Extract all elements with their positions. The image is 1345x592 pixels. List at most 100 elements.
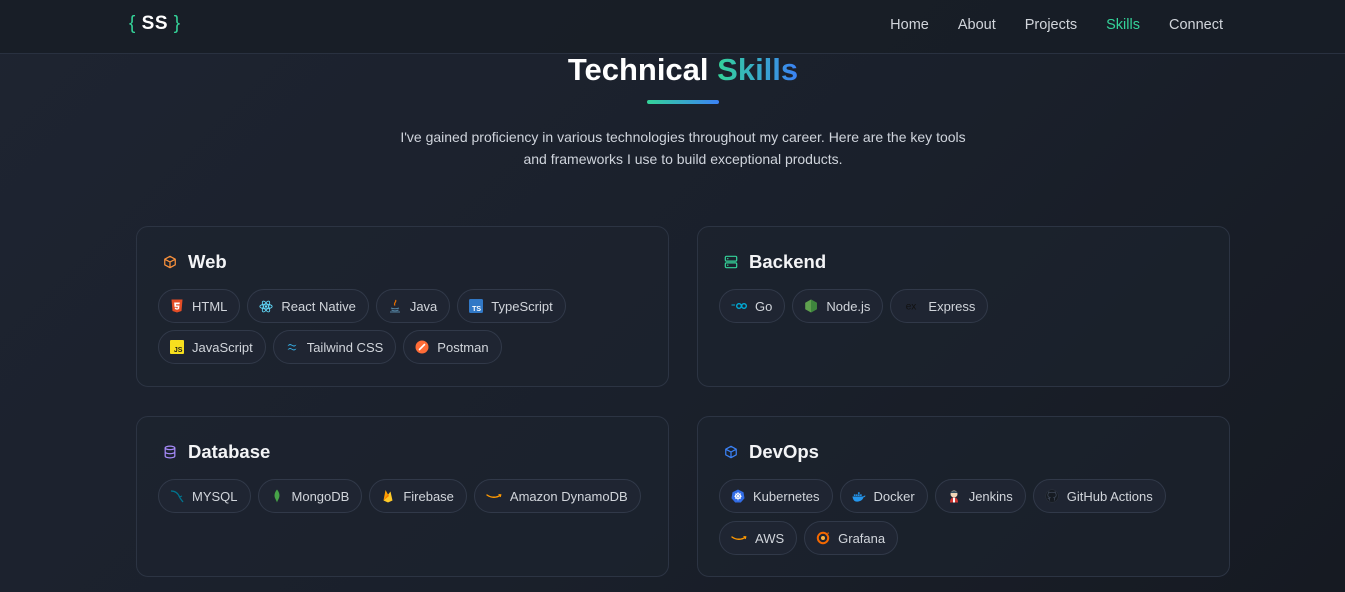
- skill-label: Go: [755, 298, 773, 314]
- navbar: { SS } Home About Projects Skills Connec…: [0, 0, 1345, 54]
- svg-text:ex: ex: [906, 302, 917, 313]
- aws-icon: [731, 531, 747, 545]
- skill-chip-mysql[interactable]: MYSQL: [158, 479, 251, 513]
- skill-chip-nodejs[interactable]: Node.js: [792, 289, 884, 323]
- skill-card-web: Web HTML React Native Java TS TypeScript: [136, 226, 669, 387]
- skill-label: Express: [928, 298, 976, 314]
- express-icon: ex: [902, 299, 920, 313]
- nav-link-skills[interactable]: Skills: [1106, 17, 1140, 33]
- skill-label: MongoDB: [291, 488, 350, 504]
- skill-label: TypeScript: [491, 298, 553, 314]
- mongodb-icon: [270, 489, 284, 503]
- card-header: DevOps: [724, 441, 819, 463]
- skill-chip-express[interactable]: ex Express: [890, 289, 989, 323]
- tailwind-icon: [285, 340, 299, 354]
- skill-label: JavaScript: [192, 339, 253, 355]
- skill-list: HTML React Native Java TS TypeScript JS …: [158, 289, 658, 364]
- logo-brace-right: }: [173, 13, 181, 34]
- skill-label: Kubernetes: [753, 488, 820, 504]
- firebase-icon: [381, 489, 395, 503]
- box-icon: [725, 445, 737, 459]
- card-title: Database: [188, 441, 271, 462]
- skill-list: Go Node.js ex Express: [719, 289, 1219, 323]
- typescript-icon: TS: [469, 299, 484, 313]
- amazon-icon: [486, 489, 502, 503]
- skill-chip-github-actions[interactable]: GitHub Actions: [1032, 479, 1166, 513]
- card-title: Web: [188, 251, 227, 272]
- nav-links: Home About Projects Skills Connect: [890, 17, 1223, 33]
- server-icon: [724, 255, 738, 269]
- nav-link-home[interactable]: Home: [890, 17, 929, 33]
- skill-list: Kubernetes Docker Jenkins GitHub Actions…: [719, 479, 1219, 555]
- skill-chip-postman[interactable]: Postman: [403, 330, 502, 364]
- skill-label: Java: [409, 298, 438, 314]
- cube-icon: [164, 255, 176, 269]
- skill-label: Postman: [437, 339, 489, 355]
- svg-text:JS: JS: [174, 347, 183, 354]
- skill-chip-react-native[interactable]: React Native: [247, 289, 369, 323]
- card-header: Backend: [724, 251, 826, 273]
- java-icon: [388, 299, 402, 313]
- skill-label: AWS: [755, 530, 785, 546]
- skill-label: React Native: [281, 298, 356, 314]
- kubernetes-icon: [731, 489, 745, 503]
- subtitle-line-1: I've gained proficiency in various techn…: [400, 129, 966, 145]
- skill-chip-typescript[interactable]: TS TypeScript: [457, 289, 566, 323]
- logo-brace-left: {: [129, 13, 136, 34]
- skill-chip-html[interactable]: HTML: [158, 289, 241, 323]
- skill-label: Grafana: [838, 530, 886, 546]
- card-title: DevOps: [749, 441, 819, 462]
- skill-chip-dynamodb[interactable]: Amazon DynamoDB: [473, 479, 641, 513]
- skill-chip-grafana[interactable]: Grafana: [804, 521, 899, 555]
- card-title: Backend: [749, 251, 827, 272]
- database-icon: [164, 445, 176, 459]
- skill-label: Node.js: [826, 298, 871, 314]
- skill-chip-aws[interactable]: AWS: [719, 521, 798, 555]
- section-title-accent: Skills: [717, 52, 799, 87]
- skill-chip-java[interactable]: Java: [375, 289, 451, 323]
- logo[interactable]: { SS }: [129, 13, 181, 35]
- skill-label: Tailwind CSS: [306, 339, 384, 355]
- nodejs-icon: [804, 299, 818, 313]
- nav-link-connect[interactable]: Connect: [1169, 17, 1223, 33]
- card-header: Database: [163, 441, 270, 463]
- jenkins-icon: [947, 489, 961, 503]
- skill-card-devops: DevOps Kubernetes Docker Jenkins GitHub …: [697, 416, 1230, 577]
- skill-chip-go[interactable]: Go: [719, 289, 786, 323]
- javascript-icon: JS: [170, 340, 184, 354]
- skill-label: Firebase: [403, 488, 454, 504]
- skill-chip-kubernetes[interactable]: Kubernetes: [719, 479, 833, 513]
- mysql-icon: [170, 489, 184, 503]
- subtitle-line-2: and frameworks I use to build exceptiona…: [523, 151, 843, 167]
- skill-chip-tailwind[interactable]: Tailwind CSS: [272, 330, 397, 364]
- github-icon: [1045, 489, 1059, 503]
- skill-chip-mongodb[interactable]: MongoDB: [257, 479, 363, 513]
- skill-label: Jenkins: [968, 488, 1013, 504]
- html5-icon: [170, 299, 184, 313]
- skill-chip-jenkins[interactable]: Jenkins: [934, 479, 1026, 513]
- skill-label: MYSQL: [192, 488, 238, 504]
- svg-text:TS: TS: [472, 306, 481, 313]
- react-icon: [259, 299, 273, 313]
- skill-chip-javascript[interactable]: JS JavaScript: [158, 330, 266, 364]
- skill-chip-docker[interactable]: Docker: [839, 479, 928, 513]
- skill-label: HTML: [192, 298, 228, 314]
- card-header: Web: [163, 251, 227, 273]
- logo-text: SS: [141, 13, 168, 34]
- skill-chip-firebase[interactable]: Firebase: [369, 479, 467, 513]
- section-title-main: Technical: [567, 52, 709, 87]
- nav-link-about[interactable]: About: [958, 17, 996, 33]
- go-icon: [731, 299, 747, 313]
- skill-list: MYSQL MongoDB Firebase Amazon DynamoDB: [158, 479, 658, 513]
- title-underline: [647, 100, 719, 104]
- skill-label: Docker: [873, 488, 915, 504]
- nav-link-projects[interactable]: Projects: [1025, 17, 1077, 33]
- skill-card-backend: Backend Go Node.js ex Express: [697, 226, 1230, 387]
- section-title: Technical Skills: [0, 52, 1345, 88]
- skill-label: Amazon DynamoDB: [509, 488, 628, 504]
- docker-icon: [851, 489, 866, 503]
- section-subtitle: I've gained proficiency in various techn…: [383, 126, 983, 170]
- skill-label: GitHub Actions: [1066, 488, 1153, 504]
- skill-card-database: Database MYSQL MongoDB Firebase Amazon D…: [136, 416, 669, 577]
- postman-icon: [415, 340, 429, 354]
